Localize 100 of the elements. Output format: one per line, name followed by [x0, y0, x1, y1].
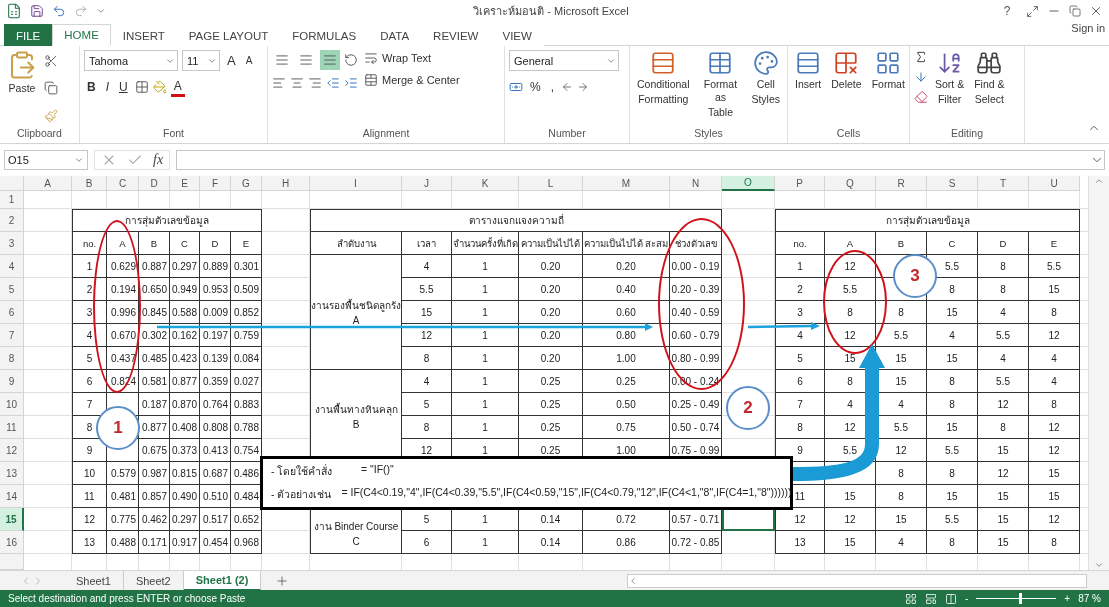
- save-icon[interactable]: [30, 4, 44, 18]
- restore-icon[interactable]: [1069, 5, 1081, 17]
- merge-center-button[interactable]: Merge & Center: [362, 72, 462, 88]
- align-center-icon[interactable]: [290, 76, 304, 90]
- close-icon[interactable]: [1089, 4, 1103, 18]
- scroll-down-icon[interactable]: [1094, 560, 1104, 570]
- decrease-decimal-icon[interactable]: [577, 81, 589, 93]
- binoculars-icon[interactable]: [976, 50, 1003, 76]
- sort-button[interactable]: Sort & Filter: [932, 50, 968, 127]
- cut-icon[interactable]: [44, 53, 58, 68]
- ribbon-display-icon[interactable]: [1026, 4, 1039, 18]
- column-heading[interactable]: J: [402, 176, 452, 191]
- column-heading[interactable]: Q: [825, 176, 876, 191]
- font-color-button[interactable]: A: [170, 77, 185, 97]
- column-heading[interactable]: M: [583, 176, 670, 191]
- align-left-icon[interactable]: [272, 76, 286, 90]
- zoom-slider-thumb[interactable]: [1019, 593, 1023, 604]
- row-number[interactable]: 16: [0, 531, 24, 554]
- merge-icon[interactable]: [364, 73, 378, 87]
- caret-icon[interactable]: [74, 155, 84, 165]
- column-heading[interactable]: P: [775, 176, 825, 191]
- fill-icon[interactable]: [914, 70, 928, 84]
- column-heading[interactable]: H: [262, 176, 310, 191]
- column-heading[interactable]: A: [24, 176, 72, 191]
- horizontal-scrollbar[interactable]: [627, 573, 1087, 588]
- italic-button[interactable]: I: [102, 77, 112, 97]
- paste-button[interactable]: Paste: [4, 50, 40, 127]
- sign-in-link[interactable]: Sign in: [1071, 22, 1109, 34]
- help-button[interactable]: ?: [996, 2, 1018, 20]
- bold-button[interactable]: B: [84, 77, 99, 97]
- column-heading[interactable]: G: [231, 176, 262, 191]
- redo-icon[interactable]: [74, 4, 88, 18]
- insert-cells-icon[interactable]: [795, 50, 822, 76]
- wrap-icon[interactable]: [364, 51, 378, 65]
- insert-button[interactable]: Insert: [792, 50, 825, 127]
- copy-icon[interactable]: [44, 81, 58, 96]
- row-number[interactable]: 8: [0, 347, 24, 370]
- column-heading[interactable]: T: [978, 176, 1029, 191]
- select-all-button[interactable]: [0, 176, 24, 191]
- row-number[interactable]: 10: [0, 393, 24, 416]
- column-heading[interactable]: D: [139, 176, 170, 191]
- sort-icon[interactable]: [936, 50, 963, 76]
- row-number[interactable]: 5: [0, 278, 24, 301]
- align-right-icon[interactable]: [308, 76, 322, 90]
- column-heading[interactable]: B: [72, 176, 107, 191]
- row-number[interactable]: 11: [0, 416, 24, 439]
- column-heading[interactable]: C: [107, 176, 139, 191]
- row-number[interactable]: 12: [0, 439, 24, 462]
- undo-icon[interactable]: [52, 4, 66, 18]
- column-heading[interactable]: U: [1029, 176, 1080, 191]
- number-format-field[interactable]: General: [509, 50, 619, 71]
- zoom-in-button[interactable]: +: [1064, 593, 1071, 604]
- column-heading[interactable]: S: [927, 176, 978, 191]
- column-heading[interactable]: E: [170, 176, 200, 191]
- table-format-icon[interactable]: [707, 50, 734, 76]
- shrink-font-button[interactable]: A: [242, 50, 256, 71]
- increase-decimal-icon[interactable]: [561, 81, 573, 93]
- scroll-left-icon[interactable]: [628, 575, 638, 586]
- insert-function-button[interactable]: fx: [153, 152, 164, 168]
- wrap-text-button[interactable]: Wrap Text: [362, 50, 462, 66]
- borders-icon[interactable]: [134, 80, 149, 94]
- currency-icon[interactable]: [509, 80, 523, 94]
- conditional-format-icon[interactable]: [650, 50, 677, 76]
- delete-button[interactable]: Delete: [828, 50, 865, 127]
- decrease-indent-icon[interactable]: [326, 76, 340, 90]
- row-number[interactable]: 7: [0, 324, 24, 347]
- format-cells-icon[interactable]: [875, 50, 902, 76]
- row-number[interactable]: 14: [0, 485, 24, 508]
- row-heading[interactable]: [0, 554, 24, 570]
- ribbon-tab[interactable]: FILE: [4, 24, 53, 46]
- grow-font-button[interactable]: A: [224, 50, 239, 71]
- scroll-up-icon[interactable]: [1094, 176, 1104, 186]
- row-number[interactable]: 13: [0, 462, 24, 485]
- new-sheet-icon[interactable]: [275, 573, 290, 588]
- page-break-icon[interactable]: [945, 592, 957, 605]
- ribbon-tab[interactable]: HOME: [52, 24, 111, 46]
- name-box[interactable]: O15: [4, 150, 88, 170]
- column-heading[interactable]: L: [519, 176, 583, 191]
- brush-icon[interactable]: [44, 109, 58, 124]
- column-heading[interactable]: K: [452, 176, 519, 191]
- column-heading[interactable]: I: [310, 176, 402, 191]
- sheet-tab[interactable]: Sheet1 (2): [183, 570, 262, 591]
- normal-view-icon[interactable]: [905, 592, 917, 605]
- percent-button[interactable]: %: [527, 77, 544, 97]
- column-heading[interactable]: N: [670, 176, 722, 191]
- zoom-out-button[interactable]: -: [965, 593, 969, 604]
- page-layout-icon[interactable]: [925, 592, 937, 605]
- row-number[interactable]: 1: [0, 191, 24, 209]
- font-size-field[interactable]: 11: [182, 50, 220, 71]
- zoom-level[interactable]: 87 %: [1078, 593, 1101, 604]
- row-number[interactable]: 4: [0, 255, 24, 278]
- fill-color-icon[interactable]: [152, 80, 167, 94]
- formula-field[interactable]: [176, 150, 1105, 170]
- comma-button[interactable]: ,: [547, 77, 557, 97]
- row-number[interactable]: 6: [0, 301, 24, 324]
- cellstyles-button[interactable]: Cell Styles: [748, 50, 783, 127]
- eraser-icon[interactable]: [914, 90, 928, 104]
- table-button[interactable]: Format as Table: [696, 50, 745, 127]
- row-number[interactable]: 3: [0, 232, 24, 255]
- row-number[interactable]: 2: [0, 209, 24, 232]
